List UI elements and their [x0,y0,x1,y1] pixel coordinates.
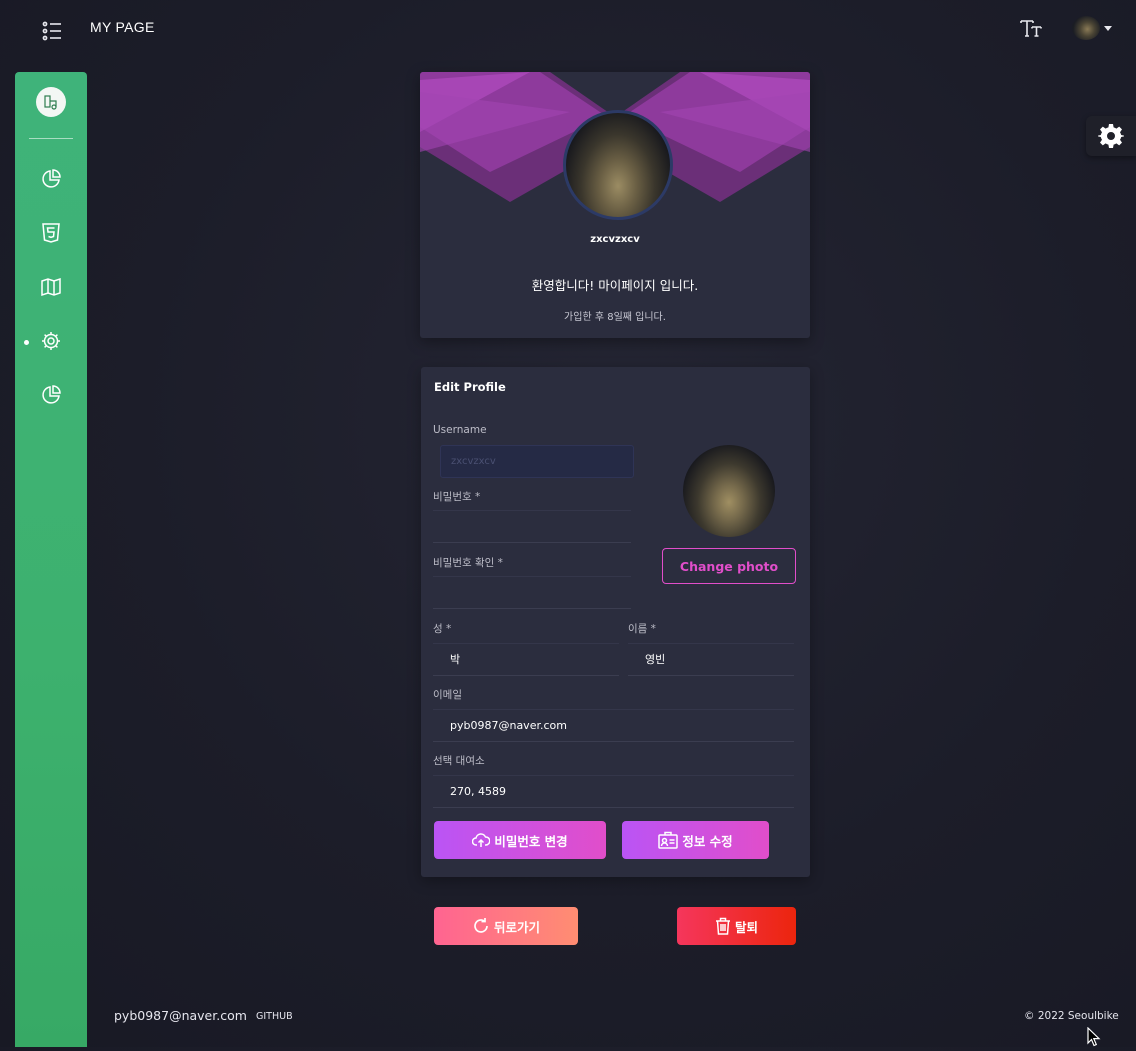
profile-username: zxcvzxcv [590,234,640,245]
chevron-down-icon [1104,26,1112,31]
welcome-message: 환영합니다! 마이페이지 입니다. [531,278,699,293]
password-label: 비밀번호 * [433,491,481,503]
gear-icon [42,332,60,350]
sidebar-item-map[interactable] [37,273,65,301]
html5-icon [42,223,60,243]
footer-github-link[interactable]: GITHUB [256,1011,293,1022]
update-info-button[interactable]: 정보 수정 [622,821,769,859]
refresh-icon [474,918,488,933]
sidebar-item-dashboard[interactable] [37,165,65,193]
edit-profile-avatar [683,445,775,537]
last-name-label: 성 * [433,623,452,635]
sidebar [15,72,87,1047]
bike-logo-icon[interactable] [36,87,66,117]
username-label: Username [433,424,487,436]
profile-avatar [563,110,673,220]
change-photo-button[interactable]: Change photo [662,548,796,584]
change-password-button[interactable]: 비밀번호 변경 [434,821,606,859]
edit-profile-title: Edit Profile [434,380,506,394]
avatar [1072,16,1100,40]
page-title: MY PAGE [90,19,155,35]
cloud-upload-icon [472,833,491,847]
map-icon [41,277,61,297]
gear-icon [1098,124,1124,148]
update-info-label: 정보 수정 [682,833,733,849]
pie-chart-icon [42,169,61,188]
back-button[interactable]: 뒤로가기 [434,907,578,945]
back-label: 뒤로가기 [493,919,540,935]
footer-copyright: © 2022 Seoulbike [1024,1010,1119,1022]
first-name-input[interactable]: 영빈 [628,643,794,676]
top-navbar: MY PAGE [0,0,1136,58]
sidebar-item-settings[interactable] [37,327,65,355]
station-label: 선택 대여소 [433,755,485,767]
footer-email-link[interactable]: pyb0987@naver.com [114,1008,247,1023]
station-input[interactable]: 270, 4589 [433,775,794,808]
mouse-cursor-icon [1087,1026,1101,1051]
sidebar-item-html5[interactable] [37,219,65,247]
active-indicator [24,340,29,345]
profile-card: zxcvzxcv 환영합니다! 마이페이지 입니다. 가입한 후 8일째 입니다… [420,72,810,338]
last-name-input[interactable]: 박 [433,643,619,676]
fixed-settings-button[interactable] [1086,116,1136,156]
user-avatar-dropdown[interactable] [1072,16,1116,42]
email-input[interactable]: pyb0987@naver.com [433,709,794,742]
trash-icon [715,917,730,935]
edit-profile-card: Edit Profile Username zxcvzxcv 비밀번호 * 비밀… [421,367,810,877]
password-input[interactable] [433,510,631,543]
change-password-label: 비밀번호 변경 [494,833,568,849]
pie-chart-icon [42,385,61,404]
delete-account-button[interactable]: 탈퇴 [677,907,796,945]
sidebar-divider [29,138,73,139]
email-label: 이메일 [433,689,462,701]
joined-days-text: 가입한 후 8일째 입니다. [564,312,666,323]
password-confirm-input[interactable] [433,576,631,609]
first-name-label: 이름 * [628,623,656,635]
username-input[interactable]: zxcvzxcv [440,445,634,478]
delete-label: 탈퇴 [734,919,758,935]
text-size-icon[interactable] [1019,16,1045,40]
list-icon[interactable] [40,20,64,42]
password-confirm-label: 비밀번호 확인 * [433,557,503,569]
id-card-icon [658,831,679,849]
sidebar-item-stats[interactable] [37,381,65,409]
